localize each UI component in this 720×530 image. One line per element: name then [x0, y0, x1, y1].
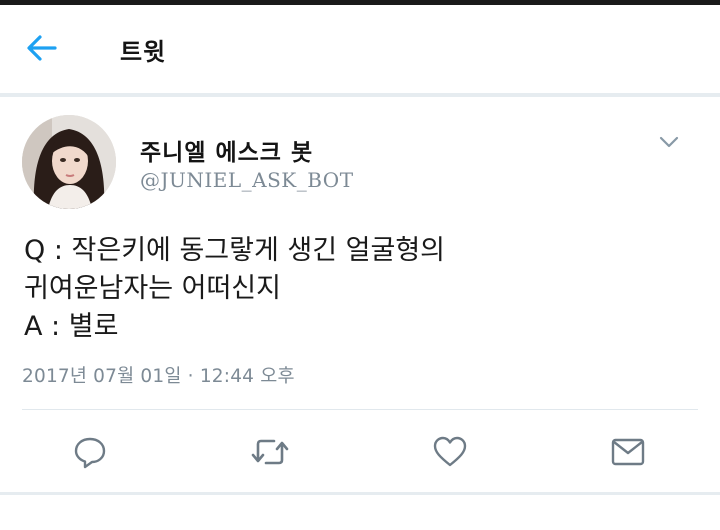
- avatar[interactable]: [22, 115, 116, 209]
- retweet-icon: [251, 439, 289, 465]
- like-button[interactable]: [430, 432, 470, 472]
- reply-icon: [74, 437, 106, 469]
- tweet-text: Q : 작은키에 동그랗게 생긴 얼굴형의 귀여운남자는 어떠신지 A : 별로: [24, 232, 445, 346]
- tweet-text-line: Q : 작은키에 동그랗게 생긴 얼굴형의: [24, 235, 446, 266]
- content-divider: [22, 409, 698, 410]
- more-options-button[interactable]: [654, 130, 684, 154]
- profile-photo: [22, 115, 116, 209]
- header-divider: [0, 93, 720, 97]
- reply-button[interactable]: [70, 432, 110, 472]
- back-button[interactable]: [22, 31, 62, 65]
- like-icon: [433, 436, 467, 467]
- tweet-text-line: A : 별로: [24, 311, 119, 342]
- message-icon: [611, 438, 645, 466]
- app-header: 트윗: [0, 5, 720, 93]
- bottom-divider: [0, 492, 720, 495]
- tweet-text-line: 귀여운남자는 어떠신지: [24, 273, 281, 304]
- arrow-left-icon: [27, 35, 57, 61]
- user-handle[interactable]: @JUNIEL_ASK_BOT: [140, 168, 354, 192]
- display-name[interactable]: 주니엘 에스크 봇: [140, 133, 313, 167]
- direct-message-button[interactable]: [608, 432, 648, 472]
- retweet-button[interactable]: [250, 432, 290, 472]
- chevron-down-icon: [659, 136, 679, 148]
- tweet-timestamp[interactable]: 2017년 07월 01일 · 12:44 오후: [22, 362, 295, 388]
- page-title: 트윗: [120, 38, 167, 66]
